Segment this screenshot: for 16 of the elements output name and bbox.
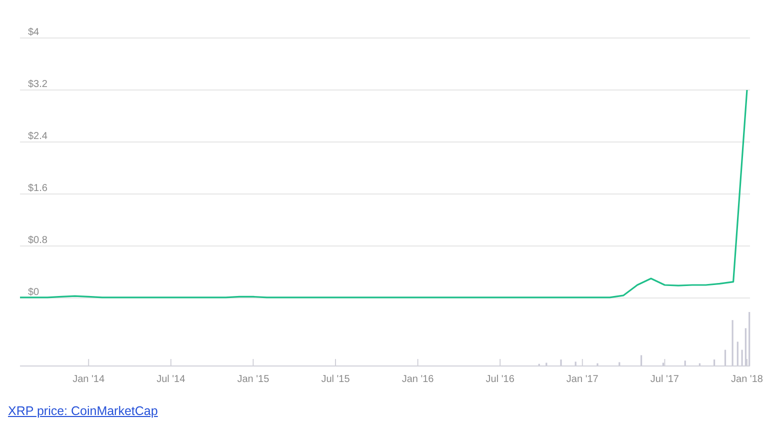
axis-tick-label: Jul '15 xyxy=(321,374,350,385)
axis-tick-label: Jan '17 xyxy=(566,374,598,385)
axis-tick-label: $0.8 xyxy=(28,235,48,246)
source-link[interactable]: XRP price: CoinMarketCap xyxy=(8,404,158,418)
axis-tick-label: Jan '18 xyxy=(731,374,763,385)
axis-tick-label: Jan '15 xyxy=(237,374,270,385)
axis-tick-label: $4 xyxy=(28,27,40,38)
axis-tick-label: $2.4 xyxy=(28,131,48,142)
axis-tick-label: Jan '16 xyxy=(402,374,434,385)
axis-tick-label: $1.6 xyxy=(28,183,48,194)
axis-tick-label: $3.2 xyxy=(28,79,48,90)
axis-tick-label: Jul '14 xyxy=(156,374,186,385)
axis-tick-label: Jul '17 xyxy=(650,374,679,385)
axis-tick-label: Jan '14 xyxy=(72,374,105,385)
axis-tick-label: Jul '16 xyxy=(486,374,514,385)
axis-tick-label: $0 xyxy=(28,287,40,298)
